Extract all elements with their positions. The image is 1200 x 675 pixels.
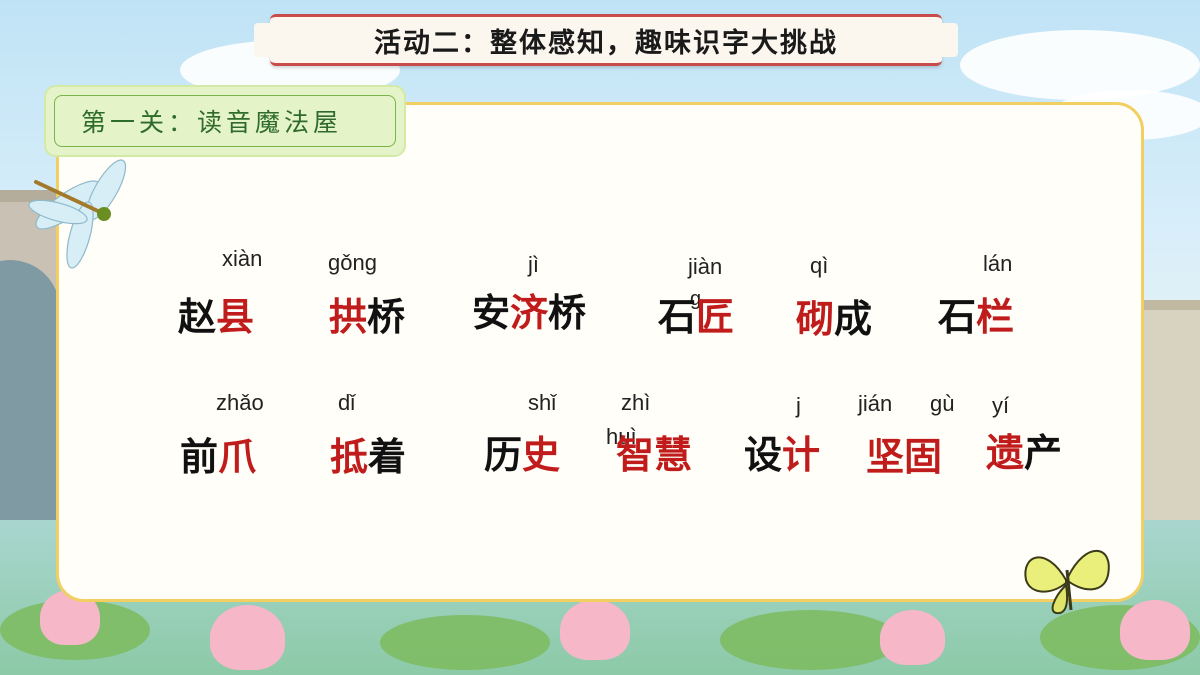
word-shijiang: 石匠 [658,298,734,336]
char-shi: 石 [658,294,697,339]
word-jiangu: 坚固 [866,434,943,479]
word-gongqiao: 拱桥 [329,298,405,336]
char-xian: 县 [216,294,255,339]
level-tag: 第一关：读音魔法屋 [44,85,406,157]
char-yi: 遗 [986,430,1025,475]
word-lishi: 历史 [484,436,560,474]
word-zhihui: 智慧 [616,432,693,477]
pinyin-jiang: jiàn [688,254,723,279]
char-li: 历 [484,432,523,477]
char-ji: 计 [782,432,821,477]
pinyin-lan: lán [983,251,1013,276]
word-zhaoxian: 赵县 [178,298,254,336]
char-she: 设 [744,432,783,477]
char-shi: 石 [938,294,977,339]
lotus-flower [880,610,945,665]
content-card [56,102,1144,602]
pinyin-shi: shǐ [528,390,557,415]
pinyin-ji: jì [528,252,539,277]
char-lan: 栏 [976,294,1015,339]
char-qiao: 桥 [548,290,587,335]
pinyin-di: dǐ [338,390,356,415]
char-an: 安 [472,290,511,335]
char-shi: 史 [522,432,561,477]
lotus-flower [210,605,285,670]
lotus-flower [560,600,630,660]
char-zhao: 赵 [178,294,217,339]
word-shilan: 石栏 [938,298,1014,336]
pinyin-j: j [796,393,801,418]
lotus-flower [1120,600,1190,660]
word-yichan: 遗产 [986,434,1062,472]
dragonfly-icon [28,159,127,269]
char-jiang: 匠 [696,294,735,339]
level-title: 第一关：读音魔法屋 [81,108,343,137]
stone-wall [1140,300,1200,550]
word-sheji: 设计 [744,436,820,474]
char-zhe: 着 [368,434,407,479]
char-gong: 拱 [329,294,368,339]
char-ji: 济 [510,290,549,335]
word-qianzhao: 前爪 [180,438,256,476]
char-qian: 前 [180,434,219,479]
pinyin-gong: gǒng [328,250,377,275]
lotus-leaf [720,610,900,670]
char-zhao: 爪 [218,434,257,479]
char-qiao: 桥 [367,294,406,339]
lotus-leaf [380,615,550,670]
cloud [960,30,1200,100]
pinyin-yi: yí [992,393,1010,418]
pinyin-xian: xiàn [222,246,263,271]
pinyin-jian: jián [858,391,893,416]
title-banner: 活动二：整体感知，趣味识字大挑战 [254,14,958,66]
pinyin-gu: gù [930,391,955,416]
char-qi: 砌 [796,296,835,341]
char-di: 抵 [330,434,369,479]
pinyin-zhao: zhǎo [216,390,264,415]
word-anjiqiao: 安济桥 [472,294,586,332]
char-cheng: 成 [834,296,873,341]
page-title: 活动二：整体感知，趣味识字大挑战 [374,27,838,59]
bridge-arch [0,260,60,520]
char-chan: 产 [1024,430,1063,475]
level-tag-inner: 第一关：读音魔法屋 [54,95,396,147]
butterfly-icon [1024,549,1110,615]
pinyin-zhi: zhì [621,390,651,415]
word-dizhe: 抵着 [330,438,406,476]
pinyin-qi: qì [810,253,829,278]
word-qicheng: 砌成 [796,300,872,338]
